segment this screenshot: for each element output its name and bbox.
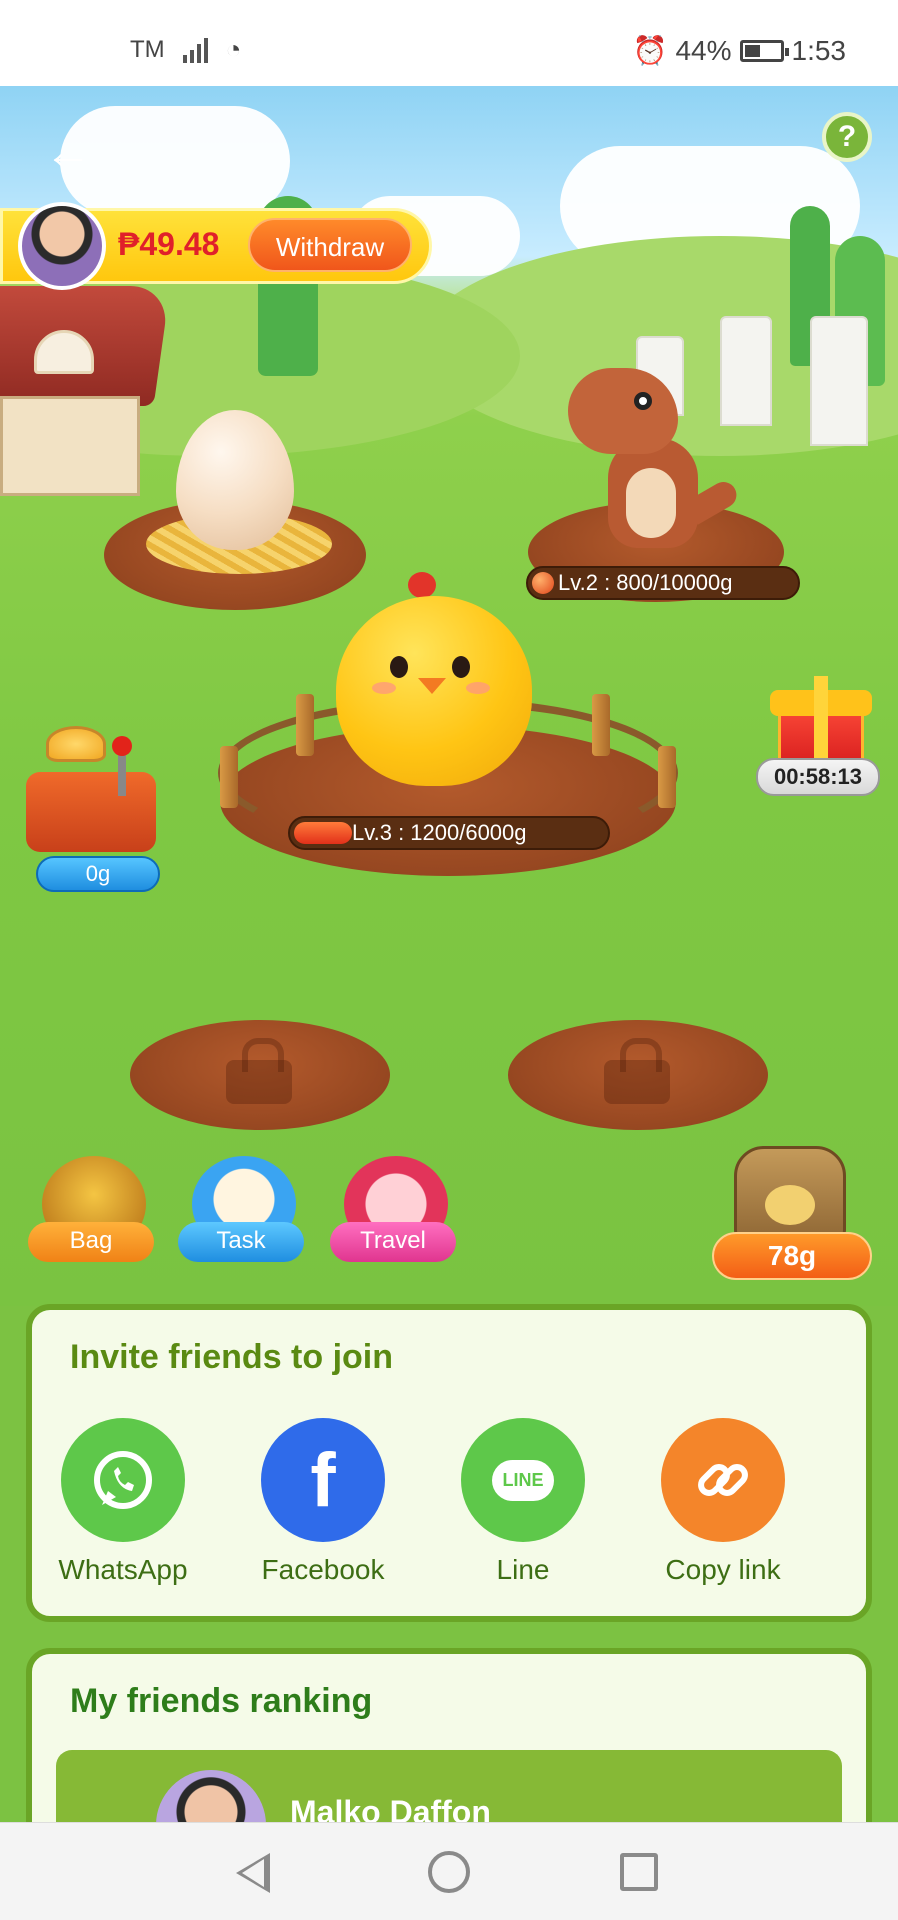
invite-title: Invite friends to join [70,1338,394,1376]
lock-icon [226,1038,292,1104]
feed-amount[interactable]: 78g [712,1232,872,1280]
chick-pet[interactable] [326,572,542,796]
feeder-machine-icon[interactable] [22,726,162,856]
line-badge: LINE [492,1459,554,1501]
fence-post [592,694,610,756]
chick-level-text: Lv.3 : 1200/6000g [352,820,527,845]
gift-timer: 00:58:13 [756,758,880,796]
status-bar: TM ◔ ⏰ 44% 1:53 [0,0,898,86]
dino-level-text: Lv.2 : 800/10000g [558,570,733,595]
wifi-icon: ◔ [225,34,242,64]
share-label: Line [496,1554,550,1585]
whatsapp-icon [61,1418,185,1542]
dino-level-bar: Lv.2 : 800/10000g [526,566,800,600]
withdraw-button[interactable]: Withdraw [248,218,412,272]
share-line-button[interactable]: LINE Line [448,1418,598,1586]
signal-icon [182,37,208,63]
bag-label: Bag [28,1222,154,1262]
travel-label: Travel [330,1222,456,1262]
farm-scene: ← ? ₱49.48 Withdraw Lv.2 : 800/10000g Lv… [0,86,898,1306]
share-label: Facebook [261,1554,385,1585]
carrier-label: TM [130,35,165,63]
nav-home-icon[interactable] [428,1851,470,1893]
balance-amount: ₱49.48 [118,226,220,262]
navigation-bar [0,1822,898,1920]
share-label: WhatsApp [58,1554,188,1585]
travel-button[interactable]: Travel [330,1156,456,1276]
feed-sack-icon[interactable] [734,1146,846,1246]
lock-icon [604,1038,670,1104]
share-copy-link-button[interactable]: Copy link [648,1418,798,1586]
chick-level-bar: Lv.3 : 1200/6000g [288,816,610,850]
alarm-icon: ⏰ [632,35,668,66]
cloud [60,106,290,216]
status-left: TM ◔ [130,34,241,65]
fence-post [296,694,314,756]
task-label: Task [178,1222,304,1262]
line-icon: LINE [461,1418,585,1542]
share-whatsapp-button[interactable]: WhatsApp [48,1418,198,1586]
share-label: Copy link [665,1554,781,1585]
invite-panel: Invite friends to join WhatsApp f Facebo… [26,1304,872,1622]
nav-recents-icon[interactable] [620,1853,658,1891]
battery-percent: 44% [675,34,732,66]
feeder-amount: 0g [36,856,160,892]
status-right: ⏰ 44% 1:53 [633,34,846,67]
fence-post [220,746,238,808]
share-facebook-button[interactable]: f Facebook [248,1418,398,1586]
battery-icon [739,39,789,62]
nav-back-icon[interactable] [236,1853,270,1893]
task-button[interactable]: Task [178,1156,304,1276]
help-button[interactable]: ? [822,112,872,162]
fence-post [810,316,868,446]
farmhouse [0,286,171,506]
dinosaur-pet[interactable] [568,368,742,558]
link-icon [661,1418,785,1542]
ranking-title: My friends ranking [70,1682,373,1720]
facebook-icon: f [261,1418,385,1542]
clock: 1:53 [791,34,847,66]
back-button[interactable]: ← [44,128,94,178]
bag-button[interactable]: Bag [28,1156,154,1276]
avatar[interactable] [18,202,106,290]
fence-post [658,746,676,808]
